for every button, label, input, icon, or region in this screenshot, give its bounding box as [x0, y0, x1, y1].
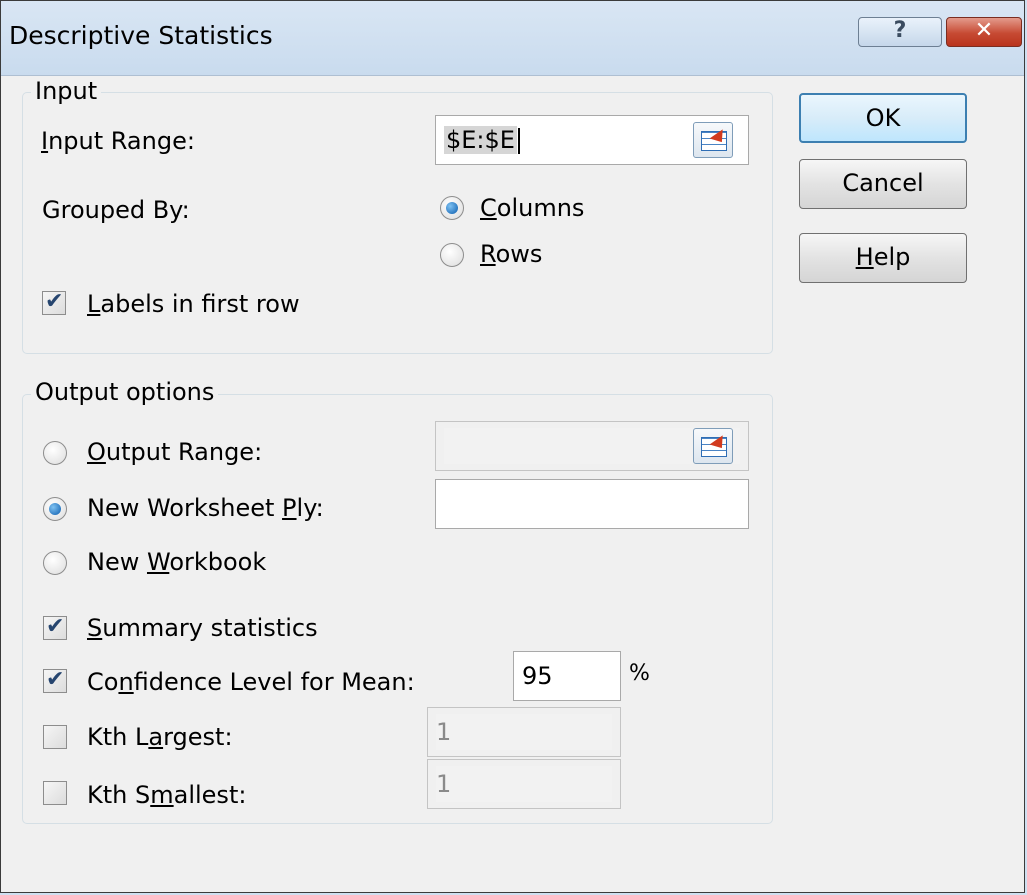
confidence-level-field[interactable]: 95	[513, 651, 621, 701]
input-range-collapse-button[interactable]	[693, 122, 733, 158]
columns-mnemonic: C	[480, 194, 497, 222]
text-caret	[517, 128, 520, 154]
kth-smallest-field[interactable]: 1	[427, 759, 621, 809]
confidence-label-post: fidence Level for Mean:	[133, 668, 415, 696]
labels-first-row-rest: abels in first row	[100, 290, 300, 318]
grouped-by-label: Grouped By:	[42, 196, 190, 224]
question-mark-icon: ?	[893, 18, 907, 43]
columns-label[interactable]: Columns	[480, 194, 584, 222]
confidence-level-value: 95	[522, 662, 553, 690]
help-mnemonic: H	[855, 243, 874, 271]
rows-label-rest: ows	[495, 240, 543, 268]
new-workbook-label-post: orkbook	[169, 548, 267, 576]
confidence-label-pre: Co	[87, 668, 119, 696]
rows-radio[interactable]	[440, 243, 464, 267]
kth-smallest-checkbox[interactable]	[43, 781, 67, 805]
labels-first-row-label[interactable]: Labels in first row	[87, 290, 300, 318]
help-button-rest: elp	[873, 243, 911, 271]
new-worksheet-label-post: ly:	[296, 494, 324, 522]
ok-button[interactable]: OK	[799, 93, 967, 143]
new-workbook-label[interactable]: New Workbook	[87, 548, 266, 576]
output-options-legend: Output options	[31, 378, 219, 406]
kth-smallest-mnemonic: m	[150, 781, 174, 809]
new-workbook-radio[interactable]	[43, 551, 67, 575]
output-range-label-rest: utput Range:	[105, 438, 263, 466]
kth-smallest-label-post: allest:	[173, 781, 247, 809]
confidence-percent-sign: %	[629, 661, 650, 686]
new-workbook-label-pre: New	[87, 548, 147, 576]
help-button[interactable]: Help	[799, 233, 967, 283]
new-worksheet-label[interactable]: New Worksheet Ply:	[87, 494, 324, 522]
input-range-value: $E:$E	[444, 126, 520, 154]
columns-radio[interactable]	[440, 196, 464, 220]
descriptive-statistics-dialog: Descriptive Statistics ? ✕ Input Input R…	[0, 0, 1025, 893]
kth-smallest-label[interactable]: Kth Smallest:	[87, 781, 246, 809]
kth-largest-mnemonic: a	[148, 723, 164, 751]
output-range-collapse-button[interactable]	[693, 428, 733, 464]
cancel-button[interactable]: Cancel	[799, 159, 967, 209]
rows-mnemonic: R	[480, 240, 496, 268]
summary-statistics-checkbox[interactable]	[43, 614, 67, 640]
kth-largest-disabled-area	[436, 714, 612, 750]
kth-smallest-label-pre: Kth S	[87, 781, 151, 809]
kth-largest-value: 1	[436, 718, 452, 746]
input-range-label-rest: nput Range:	[48, 127, 195, 155]
dialog-title: Descriptive Statistics	[9, 21, 273, 50]
kth-largest-field[interactable]: 1	[427, 707, 621, 757]
kth-largest-label-pre: Kth L	[87, 723, 149, 751]
kth-largest-checkbox[interactable]	[43, 725, 67, 749]
close-button[interactable]: ✕	[946, 17, 1022, 47]
kth-smallest-value: 1	[436, 770, 452, 798]
confidence-mnemonic: n	[118, 668, 134, 696]
input-range-selected-text: $E:$E	[444, 126, 517, 154]
new-worksheet-radio[interactable]	[43, 497, 67, 521]
help-question-button[interactable]: ?	[858, 17, 942, 47]
labels-first-row-mnemonic: L	[87, 290, 101, 318]
new-workbook-mnemonic: W	[146, 548, 170, 576]
summary-statistics-label[interactable]: Summary statistics	[87, 614, 318, 642]
confidence-level-checkbox[interactable]	[43, 667, 67, 693]
kth-largest-label[interactable]: Kth Largest:	[87, 723, 233, 751]
labels-first-row-checkbox[interactable]	[42, 289, 66, 315]
columns-label-rest: olumns	[496, 194, 585, 222]
rows-label[interactable]: Rows	[480, 240, 542, 268]
output-range-label[interactable]: Output Range:	[87, 438, 262, 466]
input-group-legend: Input	[31, 77, 102, 105]
close-icon: ✕	[974, 18, 994, 43]
summary-statistics-mnemonic: S	[87, 614, 103, 642]
title-bar: Descriptive Statistics ? ✕	[1, 1, 1024, 76]
output-range-mnemonic: O	[87, 438, 106, 466]
new-worksheet-name-field[interactable]	[435, 479, 749, 529]
new-worksheet-label-pre: New Worksheet	[87, 494, 283, 522]
output-range-radio[interactable]	[43, 441, 67, 465]
new-worksheet-mnemonic: P	[282, 494, 297, 522]
kth-largest-label-post: rgest:	[163, 723, 233, 751]
kth-smallest-disabled-area	[436, 766, 612, 802]
summary-statistics-rest: ummary statistics	[102, 614, 318, 642]
input-range-label: Input Range:	[41, 127, 195, 155]
confidence-level-label[interactable]: Confidence Level for Mean:	[87, 668, 415, 696]
